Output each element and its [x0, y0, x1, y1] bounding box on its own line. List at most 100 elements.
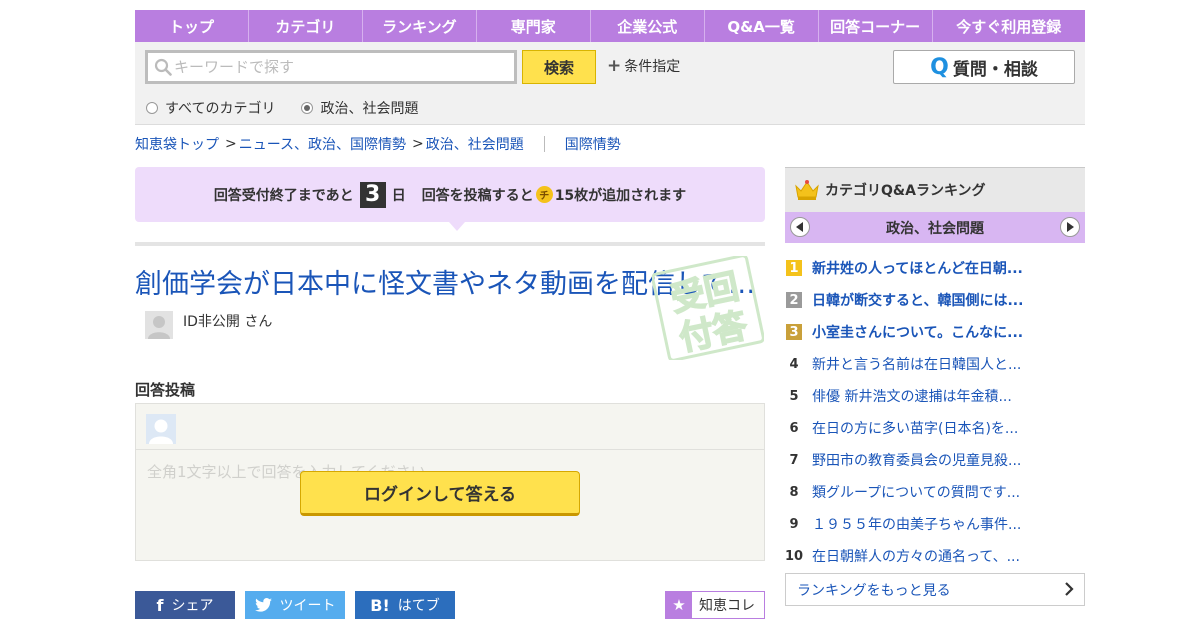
search-input[interactable] [174, 58, 504, 76]
nav-ranking[interactable]: ランキング [363, 10, 477, 42]
ranking-item[interactable]: 4 新井と言う名前は在日韓国人と... [785, 348, 1085, 380]
search-area: 検索 + 条件指定 Q 質問・相談 すべてのカテゴリ 政治、社会問題 [135, 42, 1085, 125]
ranking-item-text: 小室圭さんについて。こんなに... [812, 325, 1024, 341]
category-scope: すべてのカテゴリ 政治、社会問題 [146, 98, 444, 118]
breadcrumb-news[interactable]: ニュース、政治、国際情勢 [239, 134, 406, 154]
asker-avatar [145, 311, 173, 339]
rank-number: 9 [789, 516, 799, 532]
search-condition-label: 条件指定 [624, 59, 681, 75]
ask-question-button[interactable]: Q 質問・相談 [893, 50, 1075, 84]
twitter-bird-icon [254, 598, 272, 612]
ranking-category-switcher: 政治、社会問題 [785, 212, 1085, 243]
rank-badge: 1 [786, 260, 802, 276]
ranking-item[interactable]: 8 類グループについての質問です... [785, 476, 1085, 508]
ranking-category-name: 政治、社会問題 [886, 220, 984, 237]
chiekore-label: 知恵コレ [699, 598, 755, 614]
breadcrumb-divider [543, 136, 545, 152]
rank-number: 8 [789, 484, 799, 500]
user-silhouette-icon [149, 419, 173, 444]
rank-badge: 2 [786, 292, 802, 308]
ranking-item-text: 在日朝鮮人の方々の通名って、... [812, 549, 1020, 565]
nav-top[interactable]: トップ [135, 10, 249, 42]
user-silhouette-icon [148, 316, 170, 339]
notice-mid: 回答を投稿すると [421, 187, 534, 204]
search-condition-link[interactable]: + 条件指定 [607, 56, 680, 76]
login-to-answer-button[interactable]: ログインして答える [300, 471, 580, 516]
ranking-item[interactable]: 7 野田市の教育委員会の児童見殺... [785, 444, 1085, 476]
nav-answer-corner[interactable]: 回答コーナー [819, 10, 933, 42]
ranking-item[interactable]: 5 俳優 新井浩文の逮捕は年金積... [785, 380, 1085, 412]
search-box [145, 50, 517, 84]
breadcrumb-international[interactable]: 国際情勢 [565, 134, 621, 154]
triangle-right-icon [1067, 222, 1074, 232]
global-nav: トップ カテゴリ ランキング 専門家 企業公式 Q&A一覧 回答コーナー 今すぐ… [135, 10, 1085, 42]
ranking-item-text: 野田市の教育委員会の児童見殺... [812, 453, 1022, 469]
nav-register[interactable]: 今すぐ利用登録 [933, 10, 1085, 42]
search-button[interactable]: 検索 [522, 50, 596, 84]
chevron-right-icon [1065, 582, 1074, 596]
radio-all-categories[interactable]: すべてのカテゴリ [146, 98, 275, 118]
twitter-share-label: ツイート [279, 598, 336, 614]
radio-unchecked-icon [146, 102, 158, 114]
ask-question-label: 質問・相談 [952, 59, 1038, 80]
ranking-title: カテゴリQ&Aランキング [825, 183, 986, 199]
radio-all-label: すべてのカテゴリ [165, 101, 276, 117]
ranking-next-button[interactable] [1060, 217, 1080, 237]
divider [135, 242, 765, 246]
notice-suffix: 15枚が追加されます [554, 187, 687, 204]
nav-experts[interactable]: 専門家 [477, 10, 591, 42]
facebook-share-button[interactable]: f シェア [135, 591, 235, 619]
breadcrumb: 知恵袋トップ > ニュース、政治、国際情勢 > 政治、社会問題 国際情勢 [135, 134, 621, 154]
search-icon [154, 58, 172, 76]
breadcrumb-politics[interactable]: 政治、社会問題 [426, 134, 524, 154]
asker-name: ID非公開 さん [183, 314, 273, 330]
ranking-item-text: 日韓が断交すると、韓国側には... [812, 293, 1024, 309]
ranking-item[interactable]: 9 １９５５年の由美子ちゃん事件... [785, 508, 1085, 540]
hatena-bookmark-button[interactable]: B! はてブ [355, 591, 455, 619]
radio-checked-icon [301, 102, 314, 114]
ranking-item-text: 類グループについての質問です... [812, 485, 1021, 501]
coin-icon: チ [535, 186, 553, 203]
triangle-left-icon [796, 222, 803, 232]
ranking-item-text: 在日の方に多い苗字(日本名)を... [812, 421, 1019, 437]
breadcrumb-top[interactable]: 知恵袋トップ [135, 134, 219, 154]
hatena-icon: B! [370, 595, 390, 615]
ranking-item[interactable]: 3 小室圭さんについて。こんなに... [785, 316, 1085, 348]
ranking-more-link[interactable]: ランキングをもっと見る [785, 573, 1085, 606]
notice-day-unit: 日 [391, 187, 406, 204]
accepting-answers-stamp-icon: 受回 付答 [652, 256, 764, 360]
ranking-item-text: 俳優 新井浩文の逮捕は年金積... [812, 389, 1012, 405]
ranking-item[interactable]: 1 新井姓の人ってほとんど在日朝... [785, 252, 1085, 284]
nav-official[interactable]: 企業公式 [591, 10, 705, 42]
breadcrumb-separator: > [412, 136, 424, 152]
days-remaining: 3 [359, 181, 386, 208]
plus-icon: + [607, 56, 622, 76]
twitter-share-button[interactable]: ツイート [245, 591, 345, 619]
notice-prefix: 回答受付終了まであと [213, 187, 354, 204]
ranking-list: 1 新井姓の人ってほとんど在日朝... 2 日韓が断交すると、韓国側には... … [785, 252, 1085, 572]
answerer-avatar [146, 414, 176, 444]
star-icon: ★ [666, 592, 692, 618]
ranking-item[interactable]: 2 日韓が断交すると、韓国側には... [785, 284, 1085, 316]
nav-qa-list[interactable]: Q&A一覧 [705, 10, 819, 42]
ranking-item[interactable]: 6 在日の方に多い苗字(日本名)を... [785, 412, 1085, 444]
nav-category[interactable]: カテゴリ [249, 10, 363, 42]
ranking-item-text: 新井姓の人ってほとんど在日朝... [812, 261, 1023, 277]
chiekore-button[interactable]: ★ 知恵コレ [665, 591, 765, 619]
rank-number: 10 [784, 548, 804, 564]
answer-deadline-notice: 回答受付終了まであと 3 日 回答を投稿すると チ 15枚が追加されます [135, 167, 765, 222]
ranking-item-text: １９５５年の由美子ちゃん事件... [812, 517, 1022, 533]
radio-current-label: 政治、社会問題 [320, 101, 419, 117]
facebook-icon: f [156, 595, 164, 615]
radio-current-category[interactable]: 政治、社会問題 [301, 98, 418, 118]
crown-icon [795, 180, 819, 200]
q-logo-icon: Q [930, 54, 949, 80]
ranking-prev-button[interactable] [790, 217, 810, 237]
ranking-item[interactable]: 10 在日朝鮮人の方々の通名って、... [785, 540, 1085, 572]
ranking-item-text: 新井と言う名前は在日韓国人と... [812, 357, 1022, 373]
rank-number: 6 [789, 420, 799, 436]
rank-badge: 3 [786, 324, 802, 340]
answer-post-heading: 回答投稿 [135, 381, 196, 399]
facebook-share-label: シェア [171, 598, 214, 614]
notice-pointer [449, 222, 465, 231]
